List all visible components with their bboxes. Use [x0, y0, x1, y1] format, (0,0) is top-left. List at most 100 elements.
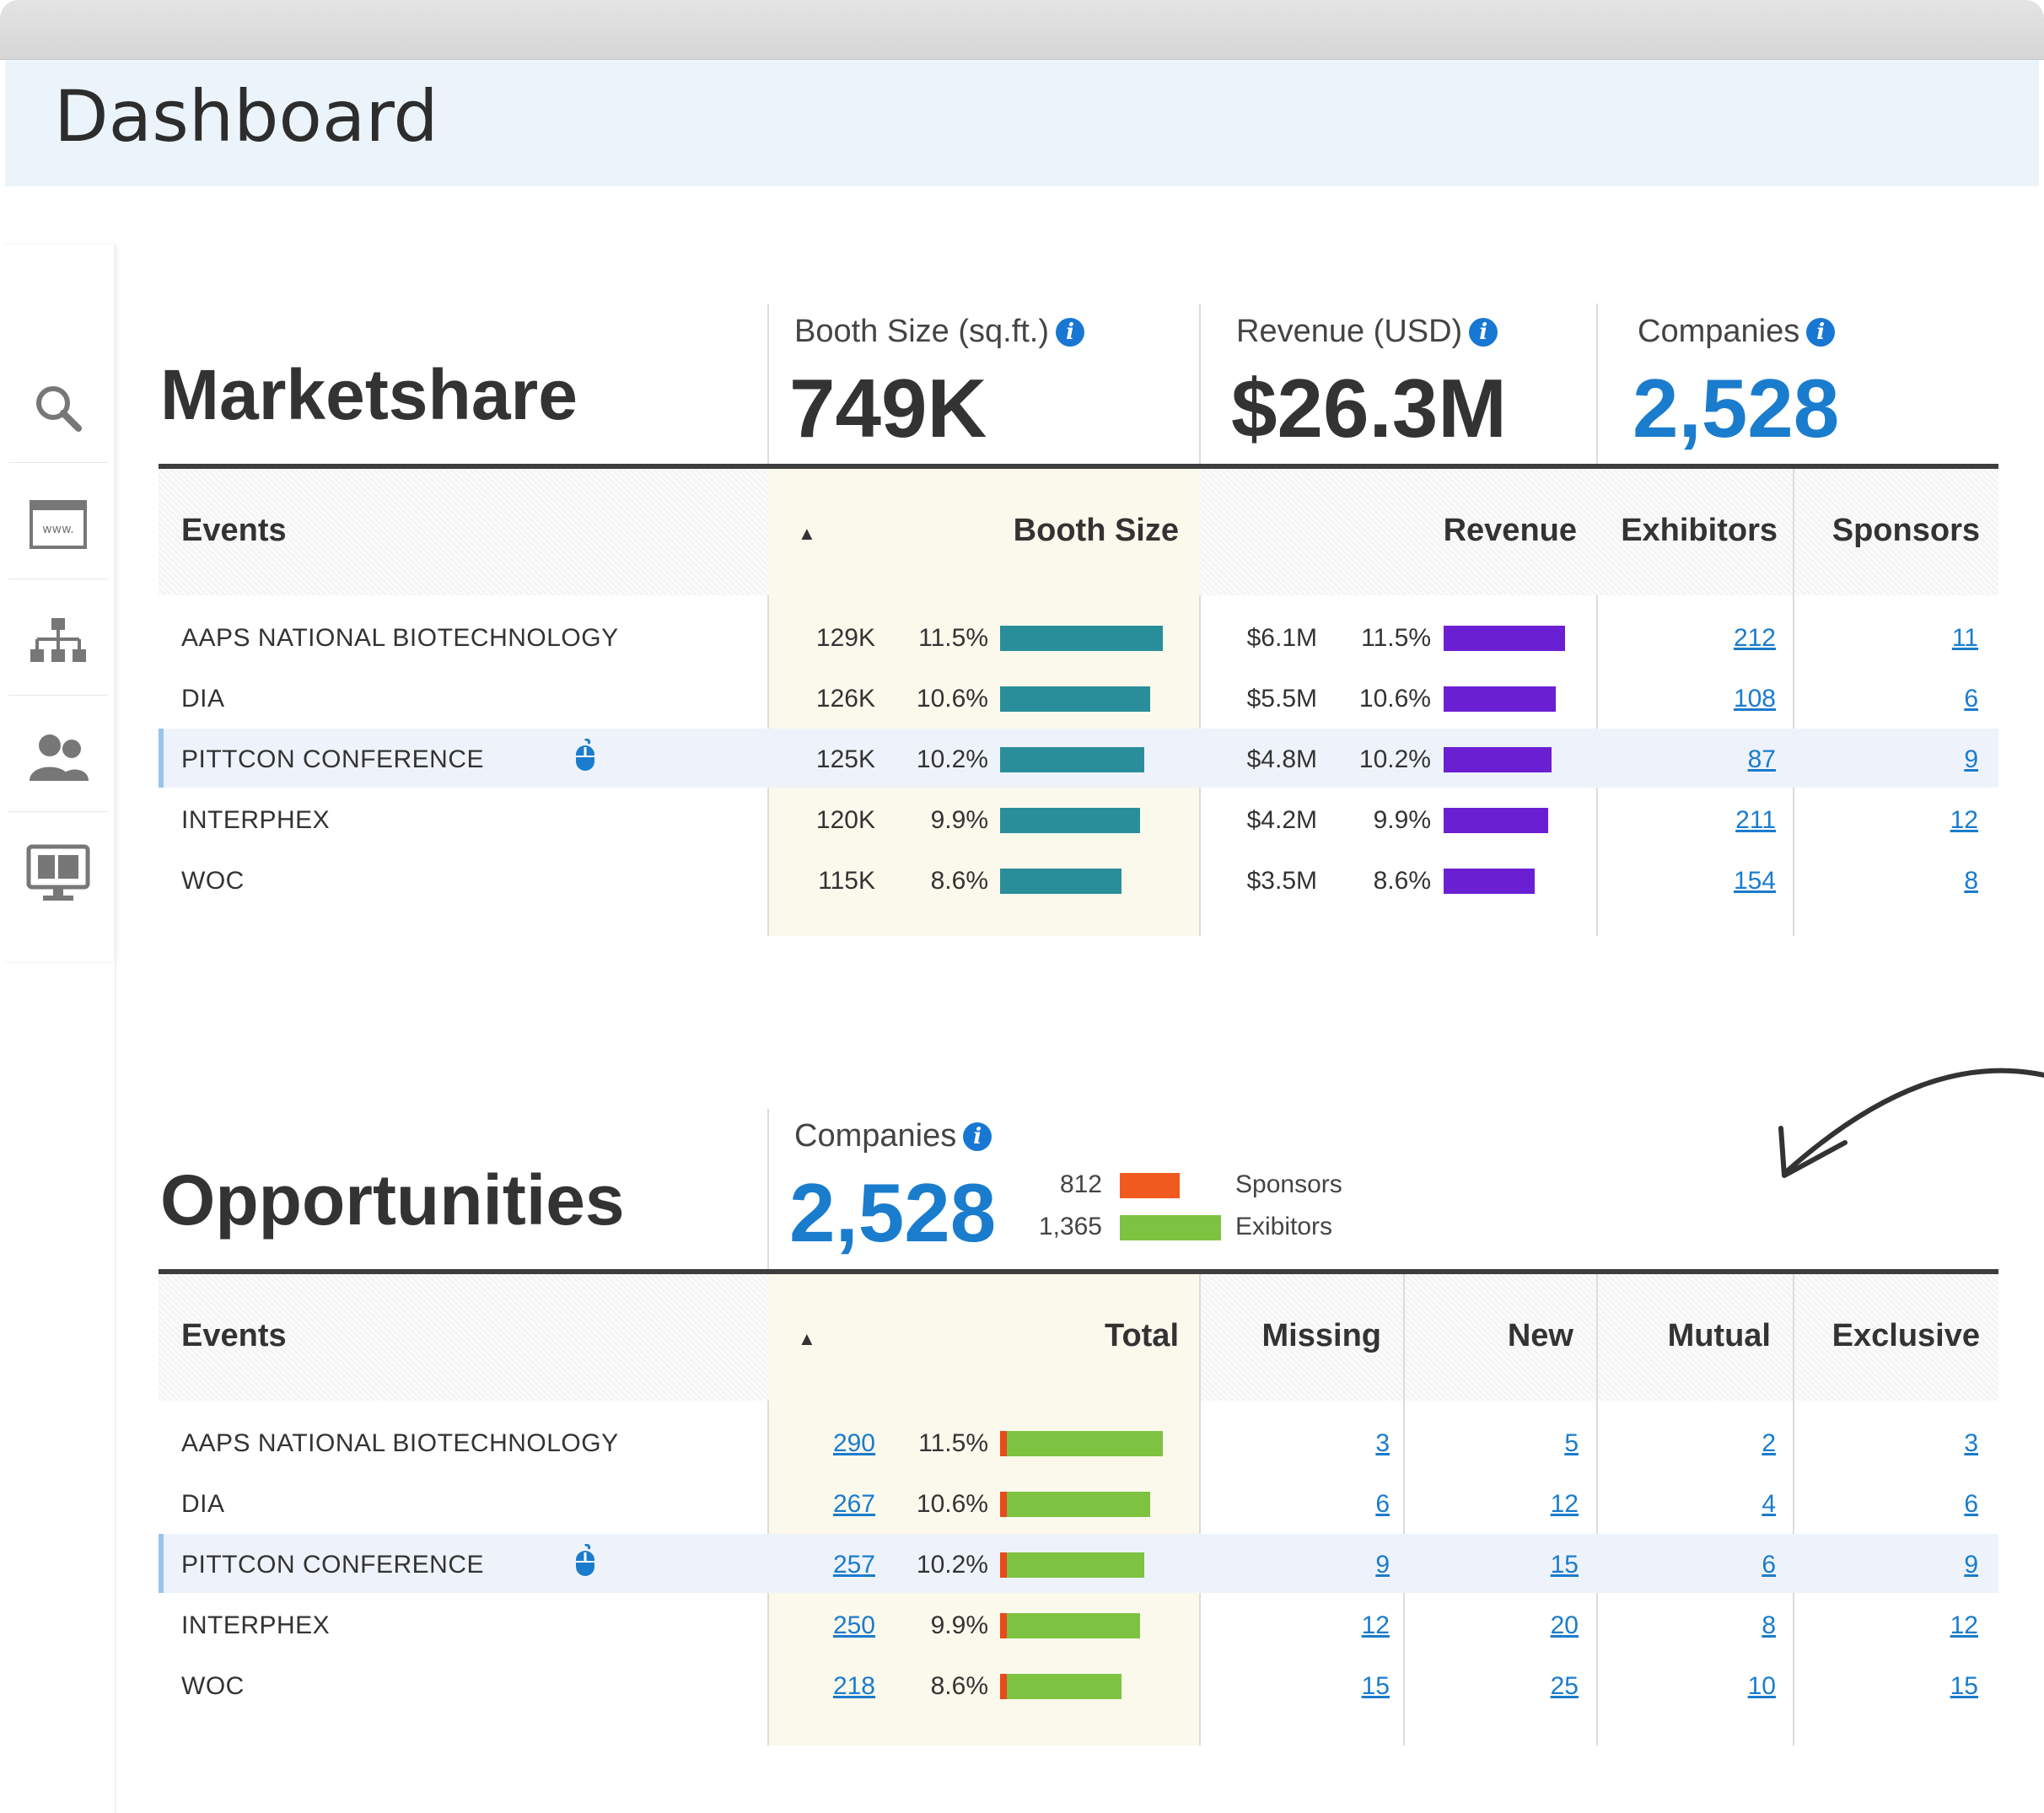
total-link[interactable]: 290	[833, 1429, 875, 1458]
booth-share-percent: 9.9%	[930, 806, 988, 834]
event-name[interactable]: AAPS NATIONAL BIOTECHNOLOGY	[181, 1429, 619, 1458]
missing-link[interactable]: 6	[1375, 1490, 1390, 1519]
exhibitors-link[interactable]: 154	[1734, 867, 1776, 896]
exhibitors-column-header[interactable]: Exhibitors	[1621, 513, 1778, 549]
exclusive-link[interactable]: 6	[1964, 1490, 1978, 1519]
exclusive-link[interactable]: 3	[1964, 1429, 1978, 1458]
new-link[interactable]: 25	[1551, 1672, 1579, 1701]
revenue-share-percent: 9.9%	[1373, 806, 1431, 834]
booth-size-value: 126K	[815, 685, 875, 713]
booth-share-percent: 10.2%	[916, 745, 988, 773]
event-name[interactable]: WOC	[181, 867, 245, 896]
event-name[interactable]: PITTCON CONFERENCE	[181, 745, 484, 774]
exclusive-link[interactable]: 9	[1964, 1551, 1978, 1579]
website-icon: www.	[30, 500, 87, 549]
exhibitors-link[interactable]: 108	[1734, 685, 1776, 713]
column-separator	[1793, 1274, 1794, 1746]
sponsors-link[interactable]: 11	[1952, 624, 1978, 653]
sidebar-item-website[interactable]: www.	[8, 471, 108, 579]
new-link[interactable]: 12	[1551, 1490, 1579, 1519]
sidebar-item-people[interactable]	[8, 703, 108, 812]
missing-link[interactable]: 3	[1375, 1429, 1390, 1458]
missing-column-header[interactable]: Missing	[1262, 1318, 1381, 1354]
total-link[interactable]: 250	[833, 1611, 875, 1640]
event-name[interactable]: INTERPHEX	[181, 806, 330, 835]
column-separator	[1199, 304, 1201, 936]
exhibitors-count: 1,365	[1038, 1213, 1102, 1240]
sidebar-item-search[interactable]	[8, 354, 108, 463]
event-name[interactable]: INTERPHEX	[181, 1611, 330, 1640]
total-bar-marker	[1000, 1431, 1007, 1456]
booth-size-column-header[interactable]: Booth Size	[1014, 513, 1179, 549]
missing-link[interactable]: 15	[1362, 1672, 1390, 1701]
booth-share-bar	[1000, 626, 1164, 651]
new-link[interactable]: 5	[1564, 1429, 1579, 1458]
mutual-link[interactable]: 8	[1762, 1611, 1776, 1640]
booth-size-value: 115K	[818, 867, 875, 895]
sponsors-link[interactable]: 8	[1964, 867, 1978, 896]
event-name[interactable]: AAPS NATIONAL BIOTECHNOLOGY	[181, 624, 619, 653]
total-share-bar	[1007, 1613, 1141, 1638]
total-bar-marker	[1000, 1674, 1007, 1699]
events-column-header[interactable]: Events	[181, 513, 287, 549]
mouse-icon	[573, 1543, 597, 1582]
mutual-link[interactable]: 2	[1762, 1429, 1776, 1458]
booth-size-metric-label: Booth Size (sq.ft.) i	[794, 314, 1085, 350]
curved-arrow-icon	[1778, 1068, 2044, 1178]
exclusive-link[interactable]: 15	[1950, 1672, 1978, 1701]
new-link[interactable]: 20	[1551, 1611, 1579, 1640]
total-bar-marker	[1000, 1613, 1007, 1638]
companies-metric-label: Companies i	[1638, 314, 1836, 350]
sidebar-item-org-chart[interactable]	[8, 587, 108, 696]
column-separator	[1199, 1274, 1201, 1746]
revenue-share-bar	[1444, 686, 1556, 712]
event-name[interactable]: PITTCON CONFERENCE	[181, 1551, 484, 1579]
mutual-link[interactable]: 4	[1762, 1490, 1776, 1519]
column-separator	[1596, 1274, 1598, 1746]
booth-share-bar	[1000, 747, 1145, 772]
column-separator	[1403, 1274, 1405, 1746]
exclusive-column-header[interactable]: Exclusive	[1832, 1318, 1980, 1354]
total-link[interactable]: 218	[833, 1672, 875, 1701]
sidebar-item-monitor[interactable]	[8, 820, 108, 928]
missing-link[interactable]: 9	[1375, 1551, 1390, 1579]
sponsors-link[interactable]: 6	[1964, 685, 1978, 713]
sidebar-divider	[115, 245, 116, 1813]
new-link[interactable]: 15	[1551, 1551, 1579, 1579]
info-icon[interactable]: i	[1469, 318, 1498, 347]
missing-link[interactable]: 12	[1362, 1611, 1390, 1640]
info-icon[interactable]: i	[963, 1122, 992, 1151]
sponsors-column-header[interactable]: Sponsors	[1832, 513, 1980, 549]
total-share-bar	[1007, 1674, 1122, 1699]
exhibitors-link[interactable]: 87	[1748, 745, 1776, 774]
events-column-header[interactable]: Events	[181, 1318, 287, 1354]
revenue-column-header[interactable]: Revenue	[1444, 513, 1577, 549]
mutual-link[interactable]: 6	[1762, 1551, 1776, 1579]
event-name[interactable]: WOC	[181, 1672, 245, 1701]
sponsors-link[interactable]: 9	[1964, 745, 1978, 774]
booth-size-value: 120K	[815, 806, 875, 834]
revenue-metric-label: Revenue (USD) i	[1236, 314, 1498, 350]
total-link[interactable]: 267	[833, 1490, 875, 1519]
info-icon[interactable]: i	[1056, 318, 1085, 347]
sponsors-link[interactable]: 12	[1950, 806, 1978, 835]
total-link[interactable]: 257	[833, 1551, 875, 1579]
info-icon[interactable]: i	[1806, 318, 1836, 347]
exhibitors-link[interactable]: 212	[1734, 624, 1776, 653]
event-name[interactable]: DIA	[181, 1490, 225, 1519]
exclusive-link[interactable]: 12	[1950, 1611, 1978, 1640]
booth-size-value: 125K	[815, 745, 875, 773]
sort-ascending-icon[interactable]: ▲	[798, 1328, 816, 1350]
exhibitors-link[interactable]: 211	[1735, 806, 1776, 835]
org-chart-icon	[30, 618, 86, 662]
total-share-percent: 9.9%	[930, 1611, 988, 1639]
new-column-header[interactable]: New	[1508, 1318, 1573, 1354]
booth-share-bar	[1000, 808, 1141, 833]
booth-share-bar	[1000, 869, 1122, 894]
mutual-column-header[interactable]: Mutual	[1668, 1318, 1771, 1354]
sort-ascending-icon[interactable]: ▲	[798, 523, 816, 545]
total-column-header[interactable]: Total	[1105, 1318, 1179, 1354]
revenue-share-percent: 8.6%	[1373, 867, 1431, 895]
mutual-link[interactable]: 10	[1748, 1672, 1776, 1701]
event-name[interactable]: DIA	[181, 685, 225, 713]
